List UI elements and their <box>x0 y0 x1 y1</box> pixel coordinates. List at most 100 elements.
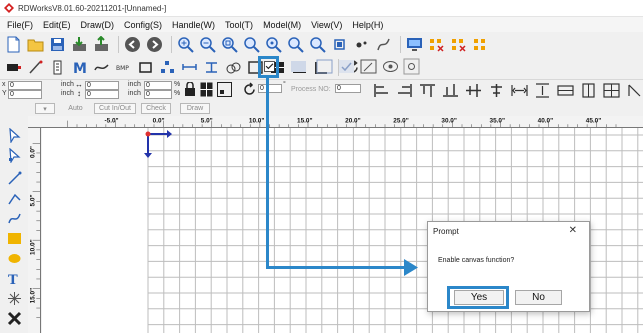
zoom-select-icon[interactable] <box>264 35 283 54</box>
zoom-data-icon[interactable] <box>286 35 305 54</box>
canvas-edit-icon[interactable] <box>316 58 333 75</box>
arrow-northwest-icon[interactable] <box>625 83 643 98</box>
ruler-label: 20.0" <box>345 117 361 124</box>
canvas-draw-icon[interactable] <box>360 58 377 75</box>
align-top-icon[interactable] <box>418 83 437 98</box>
layer-manager-icon[interactable] <box>449 35 468 54</box>
mode-dropdown[interactable]: ▾ <box>35 103 55 114</box>
curve-icon[interactable] <box>92 58 111 77</box>
menu-model[interactable]: Model(M) <box>258 20 306 30</box>
align-right-icon[interactable] <box>395 83 414 98</box>
dialog-message: Enable canvas function? <box>438 257 515 264</box>
same-height-icon[interactable] <box>579 83 598 98</box>
export-icon[interactable] <box>92 35 111 54</box>
zoom-page-icon[interactable] <box>242 35 261 54</box>
menu-help[interactable]: Help(H) <box>347 20 388 30</box>
menu-draw[interactable]: Draw(D) <box>76 20 120 30</box>
height-field[interactable]: 0 <box>85 90 119 99</box>
check-button[interactable]: Check <box>141 103 171 114</box>
highlight-arrow-icon <box>404 259 418 276</box>
menu-config[interactable]: Config(S) <box>119 20 167 30</box>
align-center-v-icon[interactable] <box>487 83 506 98</box>
canvas-settings-icon[interactable] <box>403 58 420 75</box>
highlight-box-yes <box>447 286 509 309</box>
rotate-angle-icon[interactable] <box>243 82 256 97</box>
scale-x-field[interactable]: 0 <box>144 81 172 90</box>
ruler-label: 15.0" <box>297 117 313 124</box>
process-no-field[interactable]: 0 <box>335 84 361 93</box>
lock-scale-icon[interactable] <box>184 81 196 97</box>
auto-button[interactable]: Auto <box>63 103 88 114</box>
width-field[interactable]: 0 <box>85 81 119 90</box>
select-arrow-icon[interactable] <box>6 127 22 143</box>
mirror-grid-icon[interactable] <box>200 82 213 97</box>
rdworks-logo-icon <box>4 3 14 13</box>
node-icon[interactable] <box>158 58 177 77</box>
close-icon[interactable]: ✕ <box>569 225 577 236</box>
zoom-window-icon[interactable] <box>220 35 239 54</box>
menu-edit[interactable]: Edit(E) <box>38 20 76 30</box>
distribute-v-icon[interactable] <box>533 83 552 98</box>
rectangle-tool-icon[interactable] <box>6 230 22 246</box>
align-bottom-icon[interactable] <box>441 83 460 98</box>
process-no-label: Process NO: <box>291 86 331 93</box>
menu-handle[interactable]: Handle(W) <box>167 20 220 30</box>
align-center-h-icon[interactable] <box>464 83 483 98</box>
position-anchor-icon[interactable] <box>217 82 232 97</box>
rotation-field[interactable]: 0 <box>258 84 282 93</box>
menu-file[interactable]: File(F) <box>2 20 38 30</box>
save-icon[interactable] <box>48 35 67 54</box>
new-file-icon[interactable] <box>4 35 23 54</box>
x-position-field[interactable]: 0 <box>8 81 42 90</box>
same-width-icon[interactable] <box>556 83 575 98</box>
line-tool-icon[interactable] <box>6 170 22 186</box>
layer-sort-icon[interactable] <box>471 35 490 54</box>
path-icon[interactable] <box>374 35 393 54</box>
cut-in-out-button[interactable]: Cut In/Out <box>94 103 136 114</box>
mirror-h-icon[interactable] <box>180 58 199 77</box>
monitor-icon[interactable] <box>405 35 424 54</box>
ellipse-tool-icon[interactable] <box>6 250 22 266</box>
main-toolbar <box>0 33 643 55</box>
mirror-v-icon[interactable] <box>202 58 221 77</box>
redo-icon[interactable] <box>145 35 164 54</box>
import-icon[interactable] <box>70 35 89 54</box>
x-label: x <box>2 81 6 88</box>
node-edit-icon[interactable] <box>6 147 22 163</box>
delete-tool-icon[interactable] <box>6 310 22 326</box>
polyline-tool-icon[interactable] <box>6 190 22 206</box>
draw-button[interactable]: Draw <box>180 103 210 114</box>
weld-icon[interactable] <box>224 58 243 77</box>
y-position-field[interactable]: 0 <box>8 90 42 99</box>
menu-tool[interactable]: Tool(T) <box>220 20 258 30</box>
laser-dot-icon[interactable] <box>352 35 371 54</box>
zoom-out-icon[interactable] <box>198 35 217 54</box>
h-unit-label: inch <box>128 90 141 97</box>
select-frame-icon[interactable] <box>330 35 349 54</box>
canvas-check-icon[interactable] <box>338 58 355 75</box>
pen-icon[interactable] <box>26 58 45 77</box>
scale-y-field[interactable]: 0 <box>144 90 172 99</box>
zoom-all-icon[interactable] <box>308 35 327 54</box>
same-size-icon[interactable] <box>602 83 621 98</box>
rectangle-icon[interactable] <box>136 58 155 77</box>
zoom-in-icon[interactable] <box>176 35 195 54</box>
ruler-label: 10.0" <box>29 239 36 255</box>
menu-view[interactable]: View(V) <box>306 20 347 30</box>
open-folder-icon[interactable] <box>26 35 45 54</box>
highlight-connector-horizontal <box>266 266 407 269</box>
text-tool-icon[interactable]: T <box>6 270 22 286</box>
output-layer-icon[interactable] <box>427 35 446 54</box>
bmp-icon[interactable]: BMP <box>114 58 133 77</box>
distribute-h-icon[interactable] <box>510 83 529 98</box>
laser-head-icon[interactable] <box>4 58 23 77</box>
align-left-icon[interactable] <box>372 83 391 98</box>
no-button[interactable]: No <box>515 290 562 305</box>
point-tool-icon[interactable] <box>6 290 22 306</box>
document-icon[interactable] <box>48 58 67 77</box>
curve-tool-icon[interactable] <box>6 210 22 226</box>
canvas-layer-icon[interactable] <box>382 58 399 75</box>
undo-icon[interactable] <box>123 35 142 54</box>
machine-m-icon[interactable]: M <box>70 58 89 77</box>
canvas-shape-icon[interactable] <box>290 58 307 75</box>
